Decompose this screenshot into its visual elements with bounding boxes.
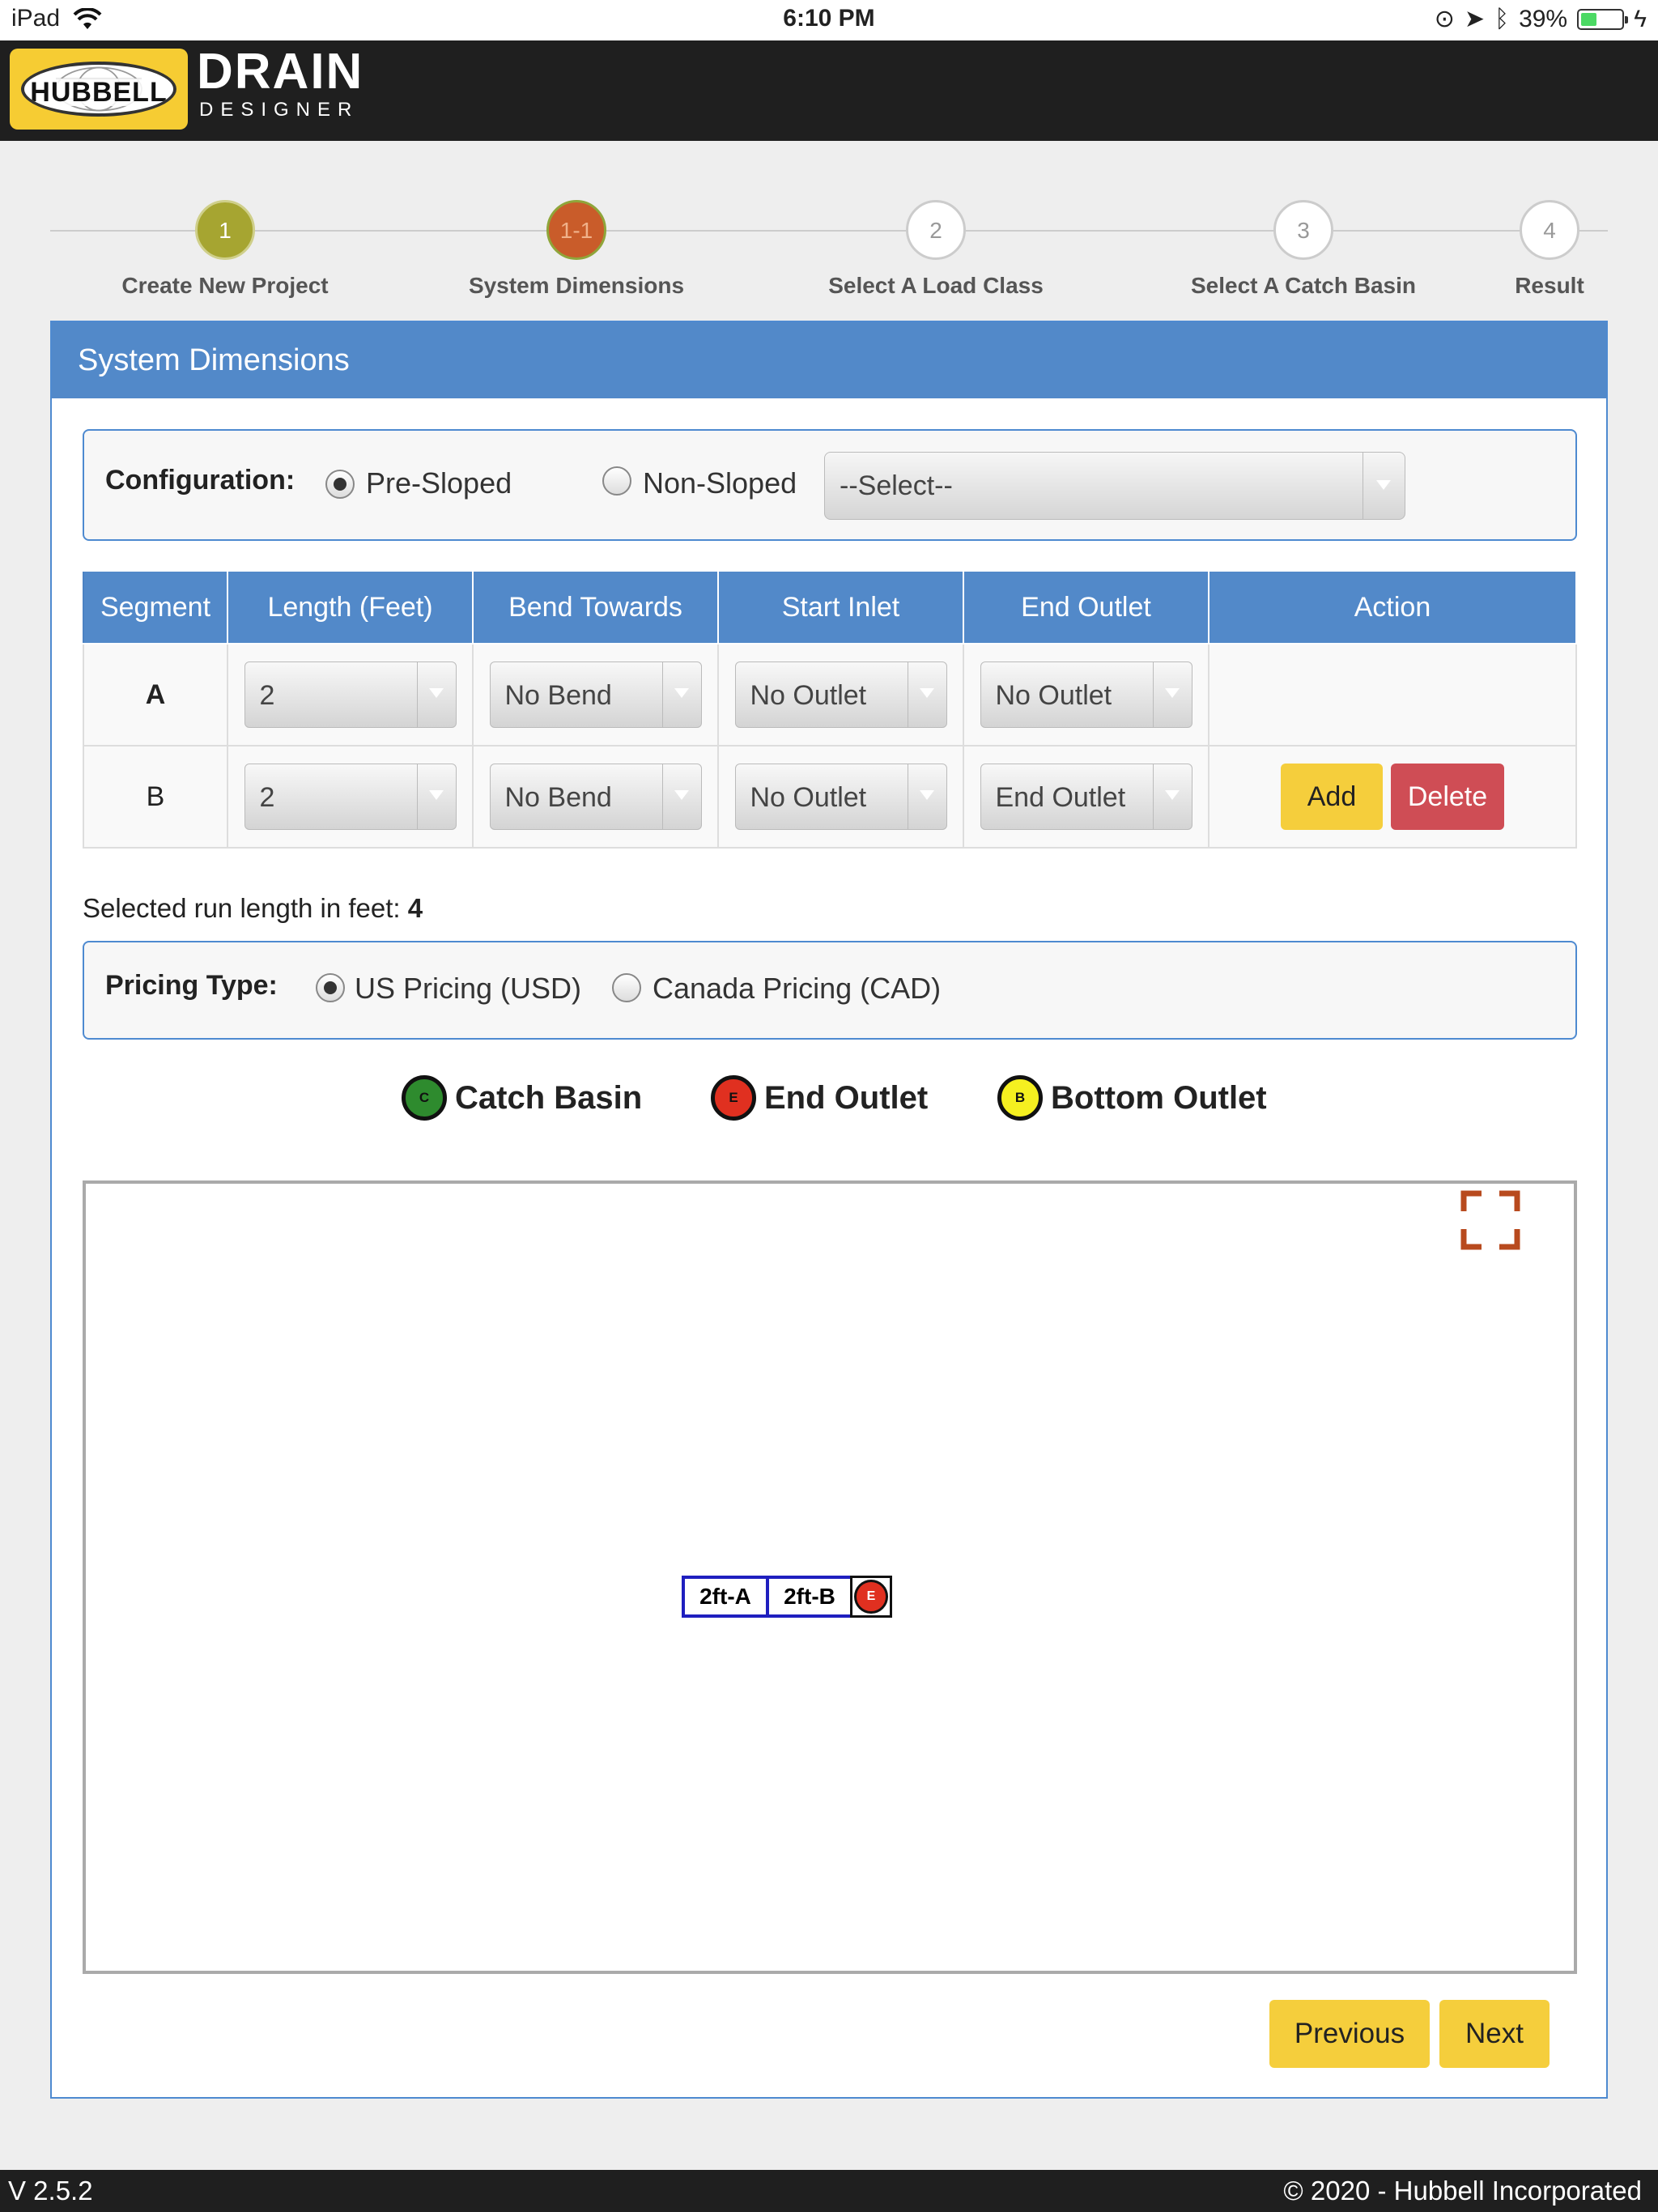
pricing-box: Pricing Type: US Pricing (USD) Canada Pr… [83,941,1577,1040]
fullscreen-icon[interactable] [1460,1190,1520,1250]
col-action: Action [1208,570,1577,644]
step-label: Create New Project [121,273,329,298]
end-outlet-select[interactable]: No Outlet [980,661,1192,728]
us-pricing-radio[interactable] [316,973,345,1002]
segments-table: Segment Length (Feet) Bend Towards Start… [83,570,1577,849]
step-circle: 2 [906,200,966,260]
end-outlet-icon: E [854,1580,888,1614]
chevron-down-icon [1376,480,1391,490]
pre-sloped-radio[interactable] [325,470,355,499]
bottom-outlet-icon: B [997,1075,1043,1121]
canada-pricing-radio[interactable] [612,973,641,1002]
run-length: Selected run length in feet: 4 [83,893,423,924]
step-select-load-class[interactable]: 2 Select A Load Class [774,200,1098,299]
step-result[interactable]: 4 Result [1388,200,1658,299]
drain-run: 2ft-A 2ft-B E [682,1576,892,1618]
col-segment: Segment [83,570,228,644]
step-circle: 1-1 [546,200,606,260]
chevron-down-icon [674,688,689,698]
chevron-down-icon [1164,790,1180,800]
end-outlet-select[interactable]: End Outlet [980,764,1192,830]
step-label: System Dimensions [468,273,685,298]
previous-button[interactable]: Previous [1269,2000,1430,2068]
version-label: V 2.5.2 [8,2176,93,2206]
clock: 6:10 PM [783,5,875,32]
chevron-down-icon [919,790,934,800]
col-end-outlet: End Outlet [963,570,1209,644]
drain-segment-a[interactable]: 2ft-A [682,1576,769,1618]
col-start-inlet: Start Inlet [717,570,964,644]
action-cell [1208,643,1577,747]
step-create-project[interactable]: 1 Create New Project [63,200,387,299]
col-length: Length (Feet) [227,570,474,644]
copyright: © 2020 - Hubbell Incorporated [1283,2176,1642,2206]
system-dimensions-panel: System Dimensions Configuration: Pre-Slo… [50,321,1608,2099]
chevron-down-icon [428,688,444,698]
next-button[interactable]: Next [1439,2000,1550,2068]
slope-select[interactable]: --Select-- [824,452,1405,520]
hubbell-logo: HUBBELL [10,49,188,130]
bluetooth-icon: ᛒ [1494,5,1510,32]
step-circle: 1 [195,200,255,260]
table-row: B 2 No Bend No Outlet End Outlet Add Dele… [83,745,1577,849]
segment-label: A [83,643,228,747]
col-bend: Bend Towards [472,570,719,644]
battery-icon [1577,8,1629,30]
non-sloped-radio[interactable] [602,466,631,496]
bend-select[interactable]: No Bend [489,764,702,830]
chevron-down-icon [674,790,689,800]
chevron-down-icon [1164,688,1180,698]
status-bar: iPad 6:10 PM ⊙ ➤ ᛒ 39% ϟ [0,0,1658,40]
drain-segment-b[interactable]: 2ft-B [766,1576,853,1618]
table-row: A 2 No Bend No Outlet No Outlet [83,643,1577,747]
chevron-down-icon [428,790,444,800]
brand-subtitle: DESIGNER [199,99,359,121]
pre-sloped-label: Pre-Sloped [366,466,512,500]
catch-basin-icon: C [402,1075,447,1121]
length-select[interactable]: 2 [244,764,457,830]
brand-title: DRAIN [197,44,364,100]
configuration-label: Configuration: [105,465,295,496]
step-circle: 4 [1520,200,1579,260]
action-cell: Add Delete [1208,745,1577,849]
orientation-lock-icon: ⊙ [1434,6,1455,32]
start-inlet-select[interactable]: No Outlet [734,661,947,728]
start-inlet-select[interactable]: No Outlet [734,764,947,830]
end-outlet-marker[interactable]: E [850,1576,892,1618]
length-select[interactable]: 2 [244,661,457,728]
canada-pricing-label: Canada Pricing (CAD) [653,972,942,1005]
non-sloped-label: Non-Sloped [643,466,797,500]
us-pricing-label: US Pricing (USD) [355,972,582,1005]
step-label: Select A Load Class [828,273,1044,298]
segment-label: B [83,745,228,849]
add-segment-button[interactable]: Add [1281,764,1383,830]
battery-percent: 39% [1519,5,1568,32]
step-label: Result [1515,273,1584,298]
footer: V 2.5.2 © 2020 - Hubbell Incorporated [0,2170,1658,2212]
run-length-label: Selected run length in feet: [83,893,401,923]
chevron-down-icon [919,688,934,698]
legend: C Catch Basin E End Outlet B Bottom Outl… [52,1075,1606,1124]
legend-end-outlet: End Outlet [764,1080,929,1116]
location-icon: ➤ [1464,6,1486,32]
delete-segment-button[interactable]: Delete [1391,764,1504,830]
configuration-box: Configuration: Pre-Sloped Non-Sloped --S… [83,429,1577,541]
run-length-value: 4 [407,893,423,923]
bend-select[interactable]: No Bend [489,661,702,728]
legend-catch-basin: Catch Basin [455,1080,643,1116]
end-outlet-icon: E [711,1075,756,1121]
drain-layout-canvas[interactable]: 2ft-A 2ft-B E [83,1180,1577,1974]
panel-title: System Dimensions [52,322,1606,398]
step-circle: 3 [1273,200,1333,260]
pricing-label: Pricing Type: [105,970,278,1001]
legend-bottom-outlet: Bottom Outlet [1051,1080,1267,1116]
charging-icon: ϟ [1634,5,1647,32]
step-system-dimensions[interactable]: 1-1 System Dimensions [414,200,738,299]
